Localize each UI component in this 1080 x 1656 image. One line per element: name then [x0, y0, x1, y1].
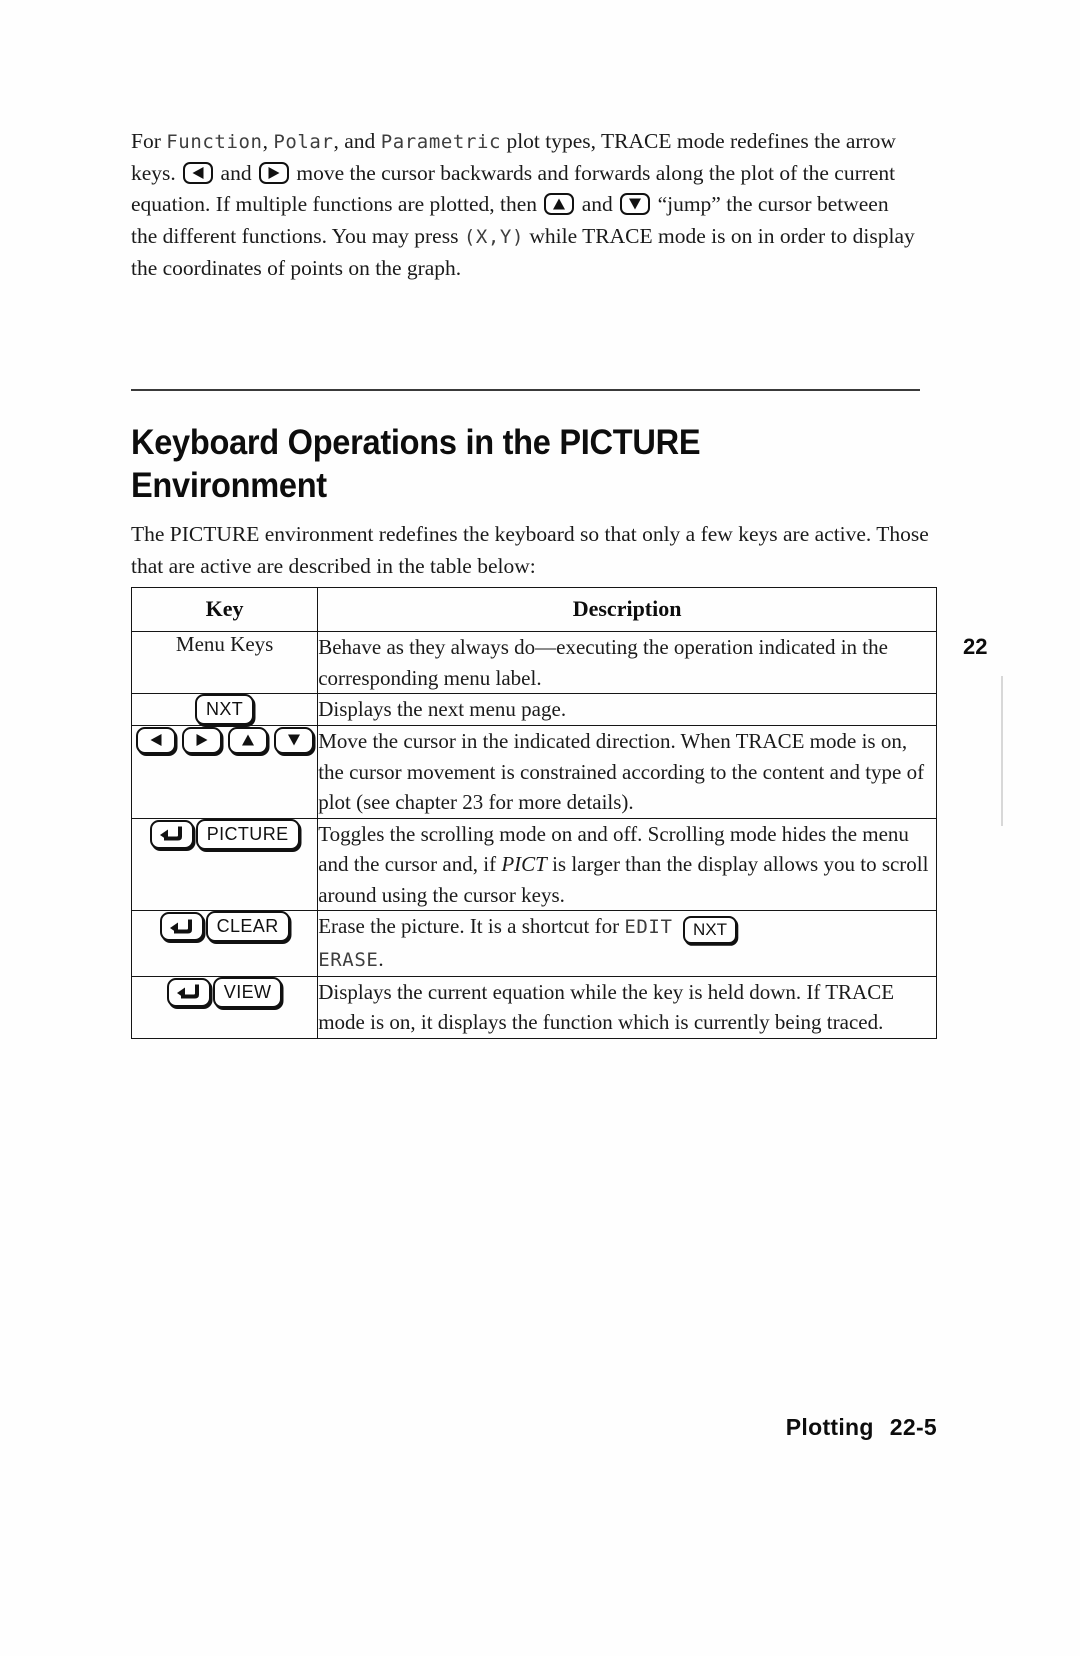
- intro-text-5: and: [215, 160, 257, 185]
- left-arrow-key-icon: [135, 726, 176, 754]
- calc-term-parametric: Parametric: [380, 130, 502, 153]
- manual-page: For Function, Polar, and Parametric plot…: [0, 0, 1080, 1656]
- column-header-key: Key: [130, 587, 319, 632]
- clear-key-icon: CLEAR: [205, 911, 290, 942]
- calc-term-erase: ERASE: [318, 949, 379, 971]
- table-row: Menu Keys Behave as they always do—execu…: [130, 631, 937, 694]
- chapter-number-tab: 22: [963, 634, 988, 659]
- key-cell-clear: CLEAR: [130, 910, 319, 977]
- intro-text-7: and: [576, 192, 619, 217]
- footer-page-number: 22-5: [889, 1414, 937, 1440]
- description-cell-menu-keys: Behave as they always do—executing the o…: [317, 631, 937, 694]
- clear-desc-part-a: Erase the picture. It is a shortcut for: [318, 914, 625, 938]
- key-cell-view: VIEW: [130, 975, 319, 1039]
- left-shift-key-icon: [149, 819, 194, 849]
- nxt-key-icon: NXT: [195, 694, 255, 725]
- intro-text-1: For: [131, 128, 167, 153]
- calc-term-polar: Polar: [273, 130, 334, 153]
- keyboard-operations-table: Key Description Menu Keys Behave as they…: [130, 587, 937, 1039]
- arrow-key-group: [133, 726, 317, 754]
- section-lead-paragraph: The PICTURE environment redefines the ke…: [131, 521, 929, 578]
- table-row: PICTURE Toggles the scrolling mode on an…: [130, 817, 937, 911]
- chapter-tab-bar: [1001, 676, 1003, 826]
- left-shift-key-icon: [159, 912, 204, 941]
- calc-term-function: Function: [166, 130, 263, 153]
- picture-desc-pict-variable: PICT: [501, 852, 547, 876]
- up-arrow-key-icon: [544, 193, 575, 216]
- page-title: Keyboard Operations in the PICTURE Envir…: [131, 421, 875, 507]
- key-cell-menu-keys: Menu Keys: [130, 631, 319, 694]
- description-cell-nxt: Displays the next menu page.: [317, 693, 937, 726]
- page-title-line1: Keyboard Operations in the PICTURE: [131, 423, 701, 463]
- clear-desc-part-b: .: [378, 947, 384, 971]
- left-arrow-key-icon: [183, 161, 214, 184]
- table-header-row: Key Description: [130, 587, 937, 632]
- description-cell-arrow-keys: Move the cursor in the indicated directi…: [317, 725, 937, 819]
- page-footer: Plotting 22-5: [0, 1414, 937, 1441]
- down-arrow-key-icon: [273, 726, 314, 754]
- view-key-icon: VIEW: [212, 976, 283, 1008]
- description-cell-view: Displays the current equation while the …: [317, 975, 937, 1039]
- section-divider: [131, 389, 920, 391]
- picture-key-icon: PICTURE: [195, 818, 300, 850]
- table-row: NXT Displays the next menu page.: [130, 693, 937, 726]
- table-row: CLEAR Erase the picture. It is a shortcu…: [130, 910, 937, 977]
- right-arrow-key-icon: [181, 726, 222, 754]
- key-cell-arrow-keys: [130, 725, 319, 819]
- table-row: Move the cursor in the indicated directi…: [130, 725, 937, 819]
- right-arrow-key-icon: [258, 161, 289, 184]
- footer-section-name: Plotting: [785, 1414, 874, 1440]
- calc-term-xy: (X,Y): [463, 225, 525, 248]
- intro-paragraph: For Function, Polar, and Parametric plot…: [131, 126, 917, 285]
- up-arrow-key-icon: [227, 726, 268, 754]
- page-title-line2: Environment: [131, 466, 327, 506]
- down-arrow-key-icon: [620, 193, 651, 216]
- left-shift-key-icon: [166, 977, 211, 1007]
- key-cell-picture: PICTURE: [130, 817, 319, 911]
- intro-text-2: ,: [262, 128, 274, 153]
- table-row: VIEW Displays the current equation while…: [130, 975, 937, 1039]
- key-cell-nxt: NXT: [130, 693, 319, 726]
- nxt-key-icon: NXT: [683, 916, 738, 944]
- column-header-description: Description: [317, 587, 937, 632]
- intro-text-3: , and: [333, 128, 381, 153]
- description-cell-picture: Toggles the scrolling mode on and off. S…: [317, 817, 937, 911]
- description-cell-clear: Erase the picture. It is a shortcut for …: [317, 910, 937, 977]
- calc-term-edit: EDIT: [624, 916, 673, 938]
